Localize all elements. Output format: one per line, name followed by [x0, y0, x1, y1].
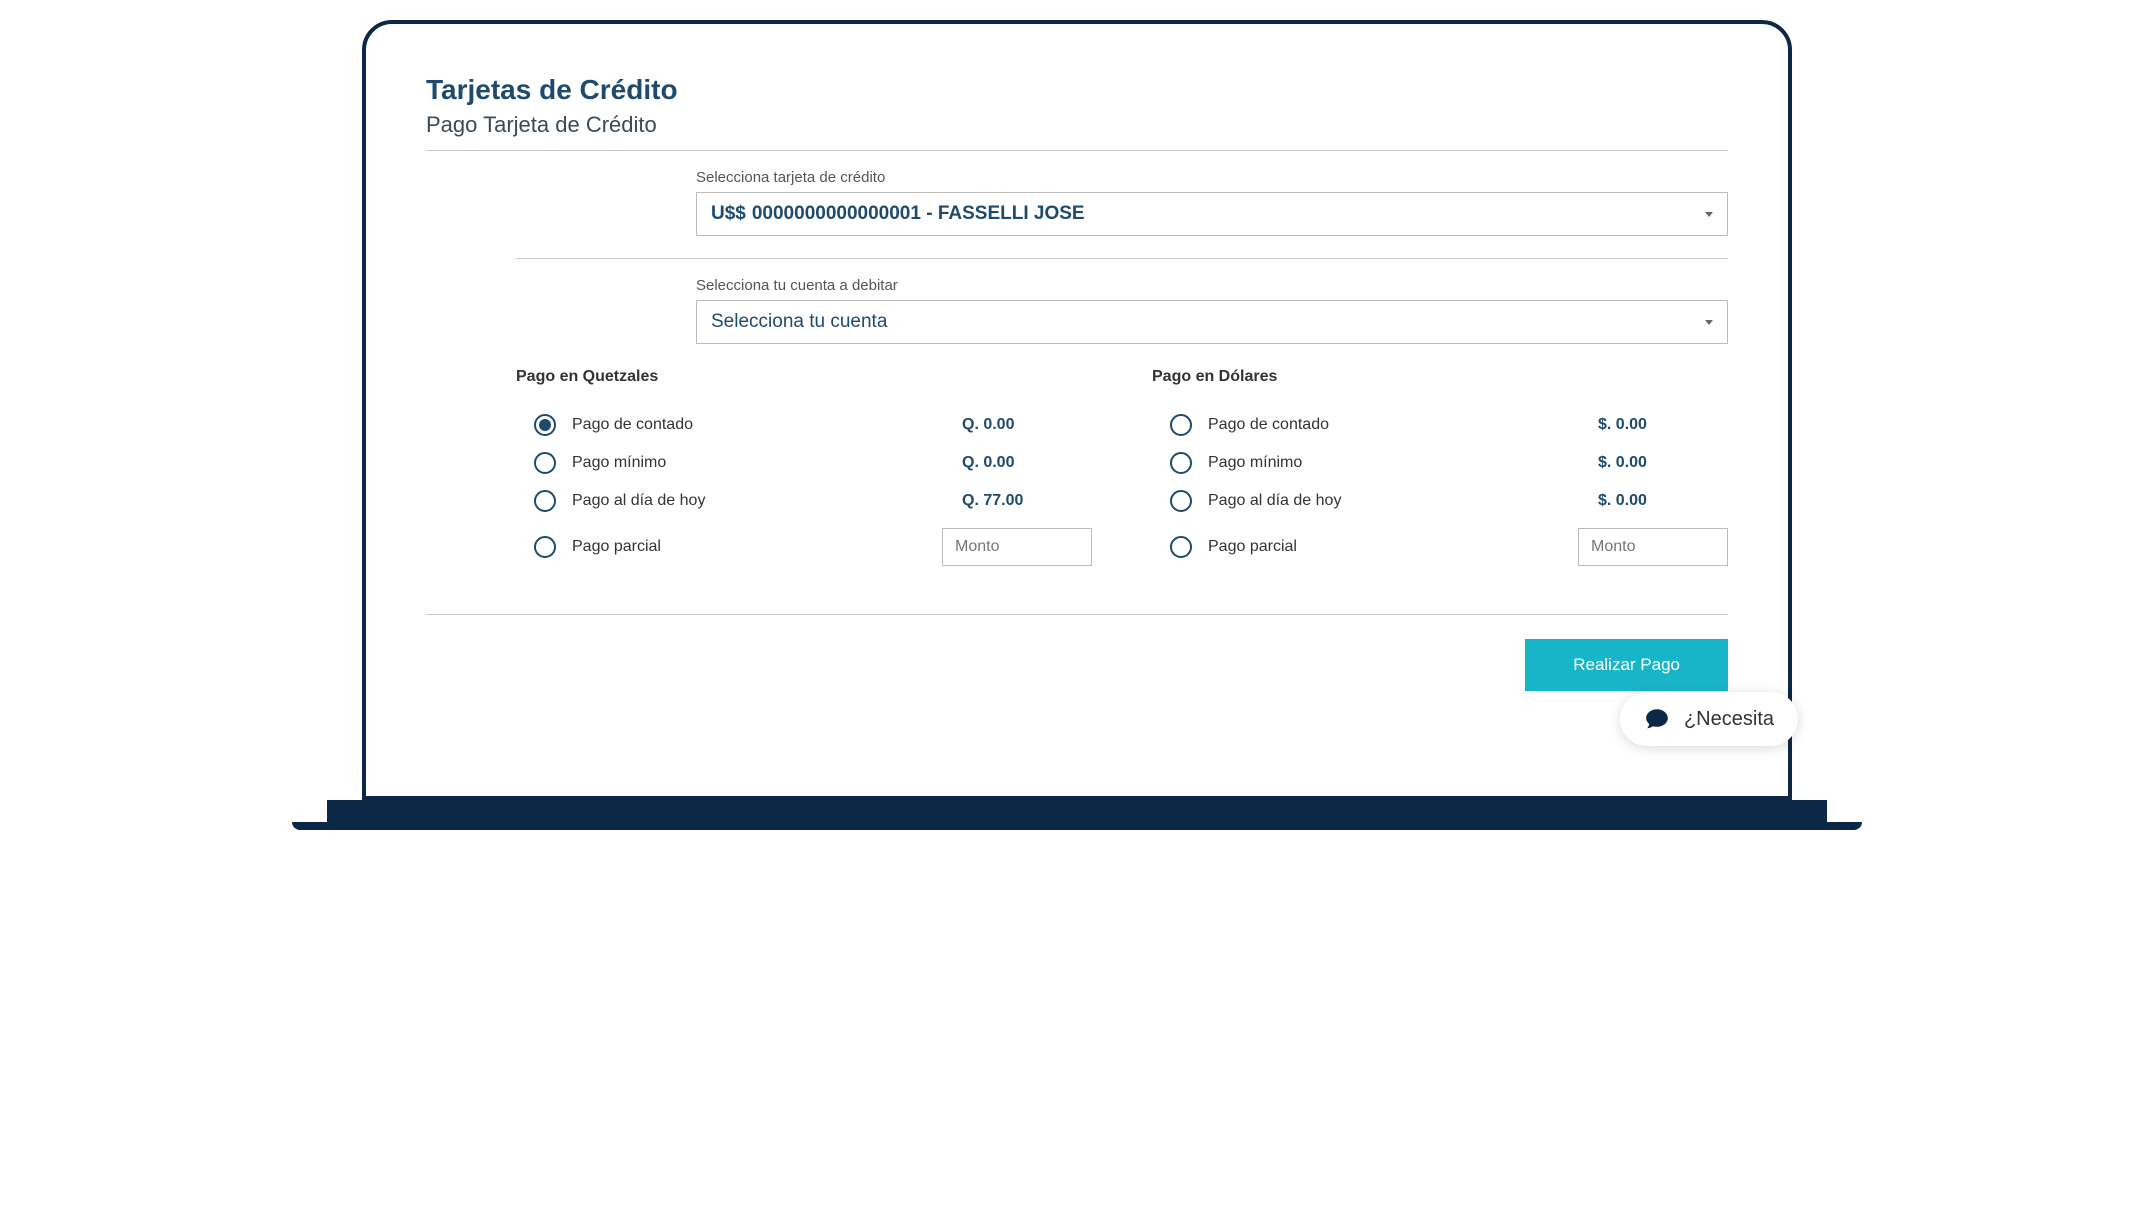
radio-icon[interactable]: [534, 490, 556, 512]
account-select[interactable]: Selecciona tu cuenta: [696, 300, 1728, 344]
account-select-placeholder: Selecciona tu cuenta: [711, 311, 1705, 333]
option-amount: $. 0.00: [1598, 416, 1728, 434]
chevron-down-icon: [1705, 212, 1713, 217]
option-amount: $. 0.00: [1598, 454, 1728, 472]
card-select-label: Selecciona tarjeta de crédito: [696, 169, 1728, 186]
divider: [516, 258, 1728, 259]
dolares-title: Pago en Dólares: [1152, 368, 1728, 386]
quetzales-option-minimo[interactable]: Pago mínimo Q. 0.00: [516, 444, 1092, 482]
dolares-option-hoy[interactable]: Pago al día de hoy $. 0.00: [1152, 482, 1728, 520]
divider: [426, 614, 1728, 615]
quetzales-option-contado[interactable]: Pago de contado Q. 0.00: [516, 406, 1092, 444]
option-amount: $. 0.00: [1598, 492, 1728, 510]
option-amount: Q. 77.00: [962, 492, 1092, 510]
radio-icon[interactable]: [1170, 536, 1192, 558]
dolares-option-parcial[interactable]: Pago parcial: [1152, 520, 1728, 574]
option-amount: Q. 0.00: [962, 416, 1092, 434]
option-label: Pago de contado: [1208, 416, 1598, 434]
quetzales-amount-input[interactable]: [942, 528, 1092, 566]
dolares-amount-input[interactable]: [1578, 528, 1728, 566]
radio-icon[interactable]: [534, 414, 556, 436]
radio-icon[interactable]: [1170, 414, 1192, 436]
option-label: Pago de contado: [572, 416, 962, 434]
option-label: Pago al día de hoy: [1208, 492, 1598, 510]
dolares-option-contado[interactable]: Pago de contado $. 0.00: [1152, 406, 1728, 444]
option-amount: Q. 0.00: [962, 454, 1092, 472]
actions-row: Realizar Pago: [426, 639, 1728, 691]
option-label: Pago mínimo: [572, 454, 962, 472]
chat-text: ¿Necesita: [1684, 708, 1774, 731]
quetzales-option-hoy[interactable]: Pago al día de hoy Q. 77.00: [516, 482, 1092, 520]
form-area: Selecciona tarjeta de crédito U$$ 000000…: [426, 169, 1728, 574]
card-currency-prefix: U$$: [711, 203, 746, 225]
option-label: Pago al día de hoy: [572, 492, 962, 510]
quetzales-column: Pago en Quetzales Pago de contado Q. 0.0…: [516, 368, 1092, 574]
card-select-value: 0000000000000001 - FASSELLI JOSE: [752, 203, 1705, 225]
payment-columns: Pago en Quetzales Pago de contado Q. 0.0…: [516, 368, 1728, 574]
option-label: Pago parcial: [1208, 538, 1578, 556]
quetzales-option-parcial[interactable]: Pago parcial: [516, 520, 1092, 574]
radio-icon[interactable]: [1170, 490, 1192, 512]
option-label: Pago mínimo: [1208, 454, 1598, 472]
quetzales-title: Pago en Quetzales: [516, 368, 1092, 386]
chevron-down-icon: [1705, 320, 1713, 325]
pay-button[interactable]: Realizar Pago: [1525, 639, 1728, 691]
page-subtitle: Pago Tarjeta de Crédito: [426, 112, 1728, 151]
app-frame: Tarjetas de Crédito Pago Tarjeta de Créd…: [362, 20, 1792, 800]
dolares-option-minimo[interactable]: Pago mínimo $. 0.00: [1152, 444, 1728, 482]
chat-icon: [1644, 706, 1670, 732]
card-select[interactable]: U$$ 0000000000000001 - FASSELLI JOSE: [696, 192, 1728, 236]
radio-icon[interactable]: [1170, 452, 1192, 474]
radio-icon[interactable]: [534, 536, 556, 558]
laptop-base: [327, 800, 1827, 830]
radio-icon[interactable]: [534, 452, 556, 474]
option-label: Pago parcial: [572, 538, 942, 556]
account-select-label: Selecciona tu cuenta a debitar: [696, 277, 1728, 294]
chat-widget[interactable]: ¿Necesita: [1620, 692, 1798, 746]
page-title: Tarjetas de Crédito: [426, 74, 1728, 106]
dolares-column: Pago en Dólares Pago de contado $. 0.00 …: [1152, 368, 1728, 574]
